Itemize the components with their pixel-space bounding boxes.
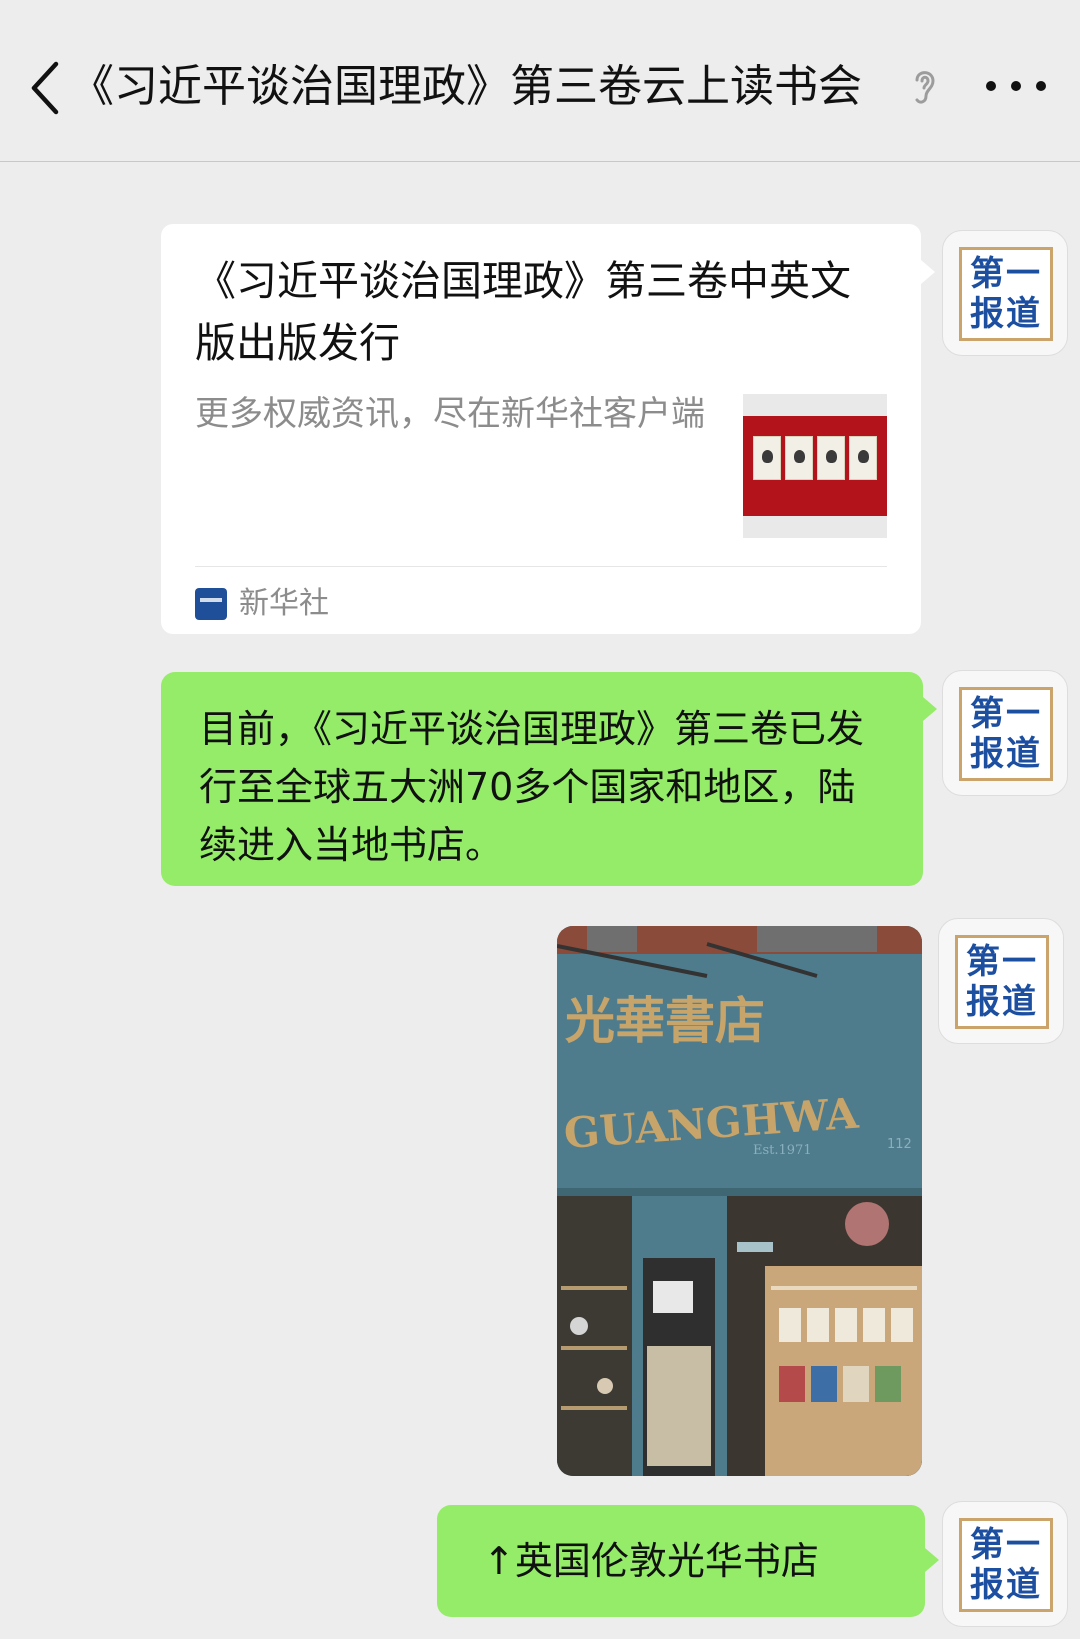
avatar-text: 第一报道 — [970, 254, 1042, 334]
portrait — [794, 450, 805, 463]
portrait — [858, 450, 869, 463]
card-divider — [195, 566, 887, 567]
bookshop-storefront-image: 光華書店 GUANGHWA Est.1971 112 — [557, 926, 922, 1476]
book-cover — [849, 436, 877, 480]
bubble-tail — [921, 260, 935, 284]
sender-avatar[interactable]: 第一报道 — [942, 230, 1068, 356]
avatar-frame: 第一报道 — [959, 687, 1053, 781]
book-cover — [785, 436, 813, 480]
ear-icon — [908, 64, 942, 110]
article-thumbnail — [743, 394, 887, 538]
avatar-frame: 第一报道 — [959, 1518, 1053, 1612]
article-description: 更多权威资讯，尽在新华社客户端 — [195, 394, 705, 434]
more-dot — [1011, 81, 1021, 91]
avatar-text: 第一报道 — [970, 694, 1042, 774]
top-bar: 《习近平谈治国理政》第三卷云上读书会 — [0, 0, 1080, 162]
portrait — [826, 450, 837, 463]
sender-avatar[interactable]: 第一报道 — [938, 918, 1064, 1044]
sign-established: Est.1971 — [753, 1143, 812, 1158]
xinhua-logo-icon — [195, 588, 227, 620]
text-message[interactable]: ↑英国伦敦光华书店 — [437, 1505, 925, 1617]
bubble-tail — [923, 697, 937, 721]
article-card[interactable]: 《习近平谈治国理政》第三卷中英文版出版发行 更多权威资讯，尽在新华社客户端 新华… — [161, 224, 921, 634]
bookshop-photo[interactable]: 光華書店 GUANGHWA Est.1971 112 — [557, 926, 922, 1476]
more-dot — [986, 81, 996, 91]
sender-avatar[interactable]: 第一报道 — [942, 1501, 1068, 1627]
article-title: 《习近平谈治国理政》第三卷中英文版出版发行 — [195, 257, 851, 367]
back-arrow-icon[interactable] — [26, 58, 66, 118]
shop-number: 112 — [887, 1137, 912, 1152]
book-cover — [753, 436, 781, 480]
portrait — [762, 450, 773, 463]
article-source: 新华社 — [239, 586, 329, 621]
avatar-frame: 第一报道 — [959, 247, 1053, 341]
sign-chinese: 光華書店 — [565, 991, 765, 1050]
more-options-icon[interactable] — [986, 66, 1046, 106]
text-message[interactable]: 目前，《习近平谈治国理政》第三卷已发行至全球五大洲70多个国家和地区，陆续进入当… — [161, 672, 923, 886]
sender-avatar[interactable]: 第一报道 — [942, 670, 1068, 796]
chat-title: 《习近平谈治国理政》第三卷云上读书会 — [70, 61, 862, 112]
avatar-frame: 第一报道 — [955, 935, 1049, 1029]
book-cover — [817, 436, 845, 480]
bubble-tail — [925, 1548, 939, 1572]
avatar-text: 第一报道 — [966, 942, 1038, 1022]
avatar-text: 第一报道 — [970, 1525, 1042, 1605]
more-dot — [1036, 81, 1046, 91]
